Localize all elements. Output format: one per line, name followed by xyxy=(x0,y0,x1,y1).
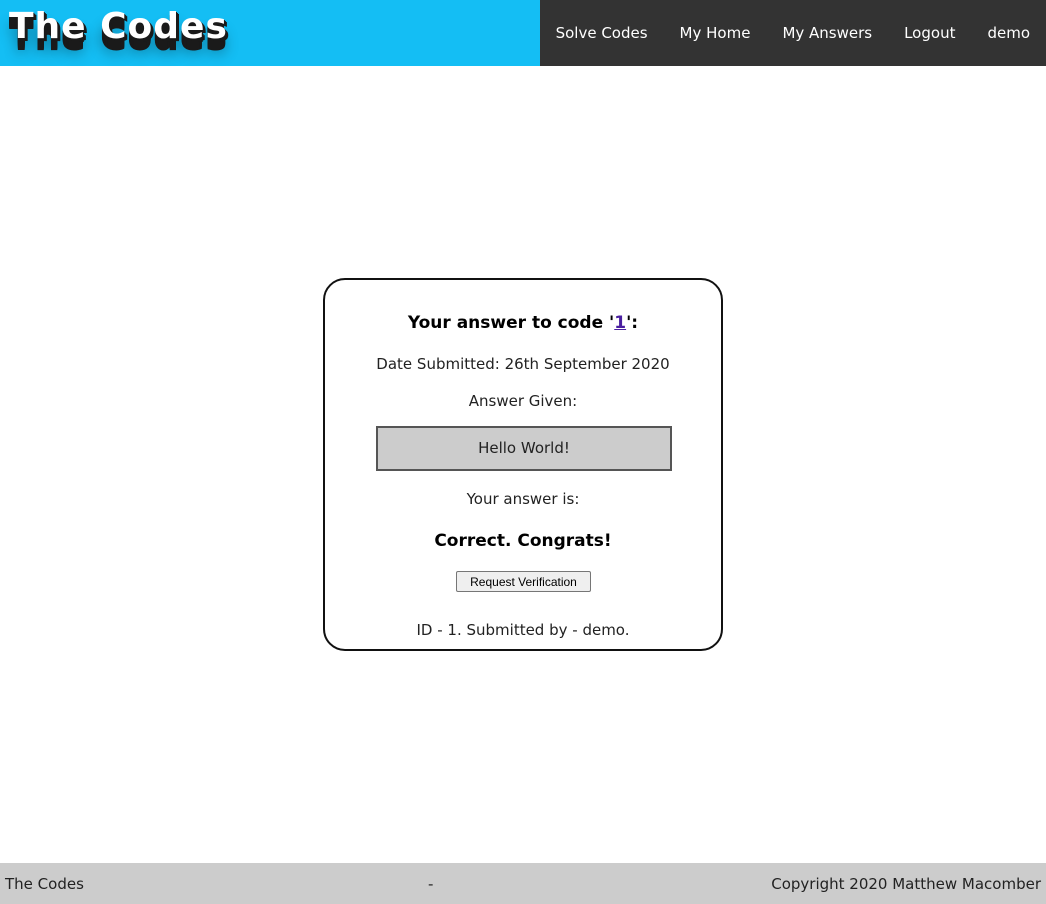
request-verification-button[interactable]: Request Verification xyxy=(456,571,591,592)
footer-separator: - xyxy=(428,875,434,893)
nav-my-home[interactable]: My Home xyxy=(664,0,767,66)
card-title-suffix: ': xyxy=(626,313,639,333)
brand-area: The Codes xyxy=(0,0,540,66)
top-nav: Solve Codes My Home My Answers Logout de… xyxy=(539,0,1046,66)
site-logo-title[interactable]: The Codes xyxy=(9,6,228,47)
answer-label: Answer Given: xyxy=(468,392,578,410)
page: The Codes Solve Codes My Home My Answers… xyxy=(0,0,1046,904)
code-link[interactable]: 1 xyxy=(614,313,626,333)
submission-meta: ID - 1. Submitted by - demo. xyxy=(416,621,630,639)
nav-logout[interactable]: Logout xyxy=(888,0,971,66)
footer-copyright: Copyright 2020 Matthew Macomber xyxy=(771,875,1041,893)
result-value: Correct. Congrats! xyxy=(434,531,612,551)
header: The Codes Solve Codes My Home My Answers… xyxy=(0,0,1046,66)
footer: The Codes - Copyright 2020 Matthew Macom… xyxy=(0,863,1046,904)
result-label: Your answer is: xyxy=(466,490,580,508)
card-title-prefix: Your answer to code ' xyxy=(407,313,615,333)
nav-user-demo[interactable]: demo xyxy=(971,0,1046,66)
nav-solve-codes[interactable]: Solve Codes xyxy=(540,0,664,66)
answer-given-box: Hello World! xyxy=(376,426,672,471)
nav-my-answers[interactable]: My Answers xyxy=(766,0,888,66)
answer-card: Your answer to code '1': Date Submitted:… xyxy=(323,278,723,651)
footer-site-name: The Codes xyxy=(5,875,84,893)
date-submitted: Date Submitted: 26th September 2020 xyxy=(376,355,670,373)
card-title: Your answer to code '1': xyxy=(325,313,721,333)
